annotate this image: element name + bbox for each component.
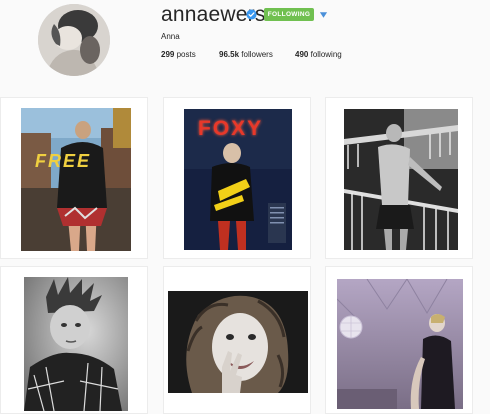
caret-down-icon[interactable] [319, 11, 328, 19]
following-button[interactable]: FOLLOWING [264, 8, 314, 21]
post-photo-1: FREE [21, 108, 131, 251]
post-tile-5[interactable] [163, 266, 311, 414]
post-tile-6[interactable] [325, 266, 473, 414]
post-photo-6 [337, 279, 463, 409]
post-tile-3[interactable] [325, 97, 473, 259]
profile-page: annaewers FOLLOWING Anna 299 posts 96.5k… [0, 0, 490, 414]
post-tile-4[interactable] [0, 266, 148, 414]
following-stat[interactable]: 490 following [295, 50, 342, 59]
magazine-text-1: FREE [35, 151, 92, 171]
followers-label: followers [241, 50, 273, 59]
followers-stat[interactable]: 96.5k followers [219, 50, 273, 59]
profile-avatar[interactable] [38, 4, 110, 76]
post-photo-3 [344, 109, 458, 250]
posts-label: posts [176, 50, 196, 59]
avatar-photo [38, 4, 110, 76]
posts-count: 299 [161, 50, 175, 59]
post-photo-4 [24, 277, 128, 411]
posts-stat: 299 posts [161, 50, 196, 59]
followers-count: 96.5k [219, 50, 240, 59]
following-label: following [310, 50, 342, 59]
profile-full-name: Anna [161, 32, 180, 41]
post-photo-5 [168, 291, 308, 393]
following-count: 490 [295, 50, 309, 59]
post-tile-2[interactable]: FOXY [163, 97, 311, 259]
post-photo-2: FOXY [184, 109, 292, 250]
verified-badge-icon [246, 9, 257, 20]
magazine-text-2: FOXY [198, 117, 264, 140]
post-tile-1[interactable]: FREE [0, 97, 148, 259]
